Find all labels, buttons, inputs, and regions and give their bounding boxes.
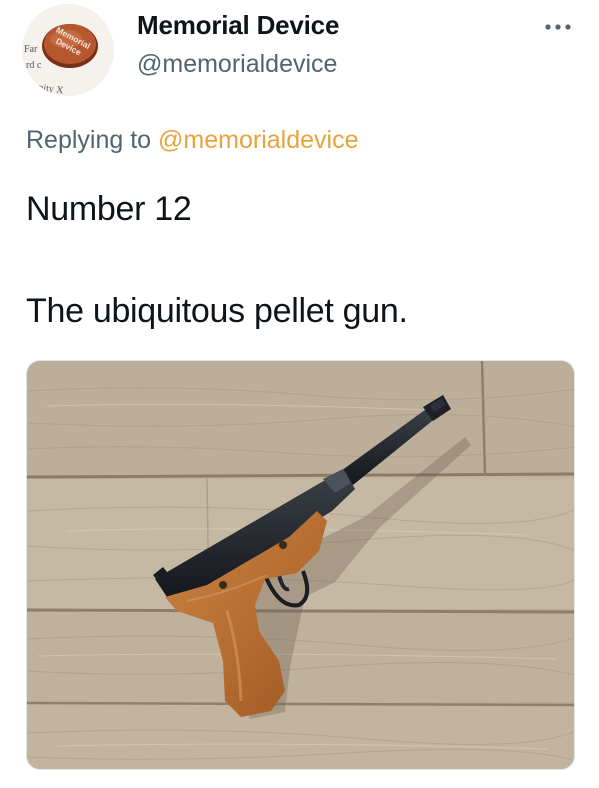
reply-prefix: Replying to — [26, 126, 152, 154]
more-horizontal-icon — [545, 24, 571, 30]
tweet-text-line-1: Number 12 — [26, 190, 192, 228]
tweet-text-line-2: The ubiquitous pellet gun. — [26, 292, 408, 330]
reply-context: Replying to @memorialdevice — [26, 126, 358, 155]
avatar[interactable]: Far rd c nity X Memorial Device — [22, 4, 114, 96]
user-handle[interactable]: @memorialdevice — [137, 50, 337, 79]
display-name[interactable]: Memorial Device — [137, 10, 339, 41]
tweet-photo[interactable] — [26, 360, 575, 770]
avatar-image: Far rd c nity X Memorial Device — [22, 4, 114, 96]
more-options-button[interactable] — [540, 14, 576, 40]
avatar-paper-text-1: Far — [24, 44, 38, 55]
avatar-paper-text-2: rd c — [26, 60, 42, 71]
tweet: Far rd c nity X Memorial Device Memorial… — [0, 0, 599, 788]
avatar-paper-text-3: nity X — [38, 82, 65, 96]
pellet-gun-photo — [27, 361, 574, 769]
reply-mention-link[interactable]: @memorialdevice — [158, 126, 358, 154]
